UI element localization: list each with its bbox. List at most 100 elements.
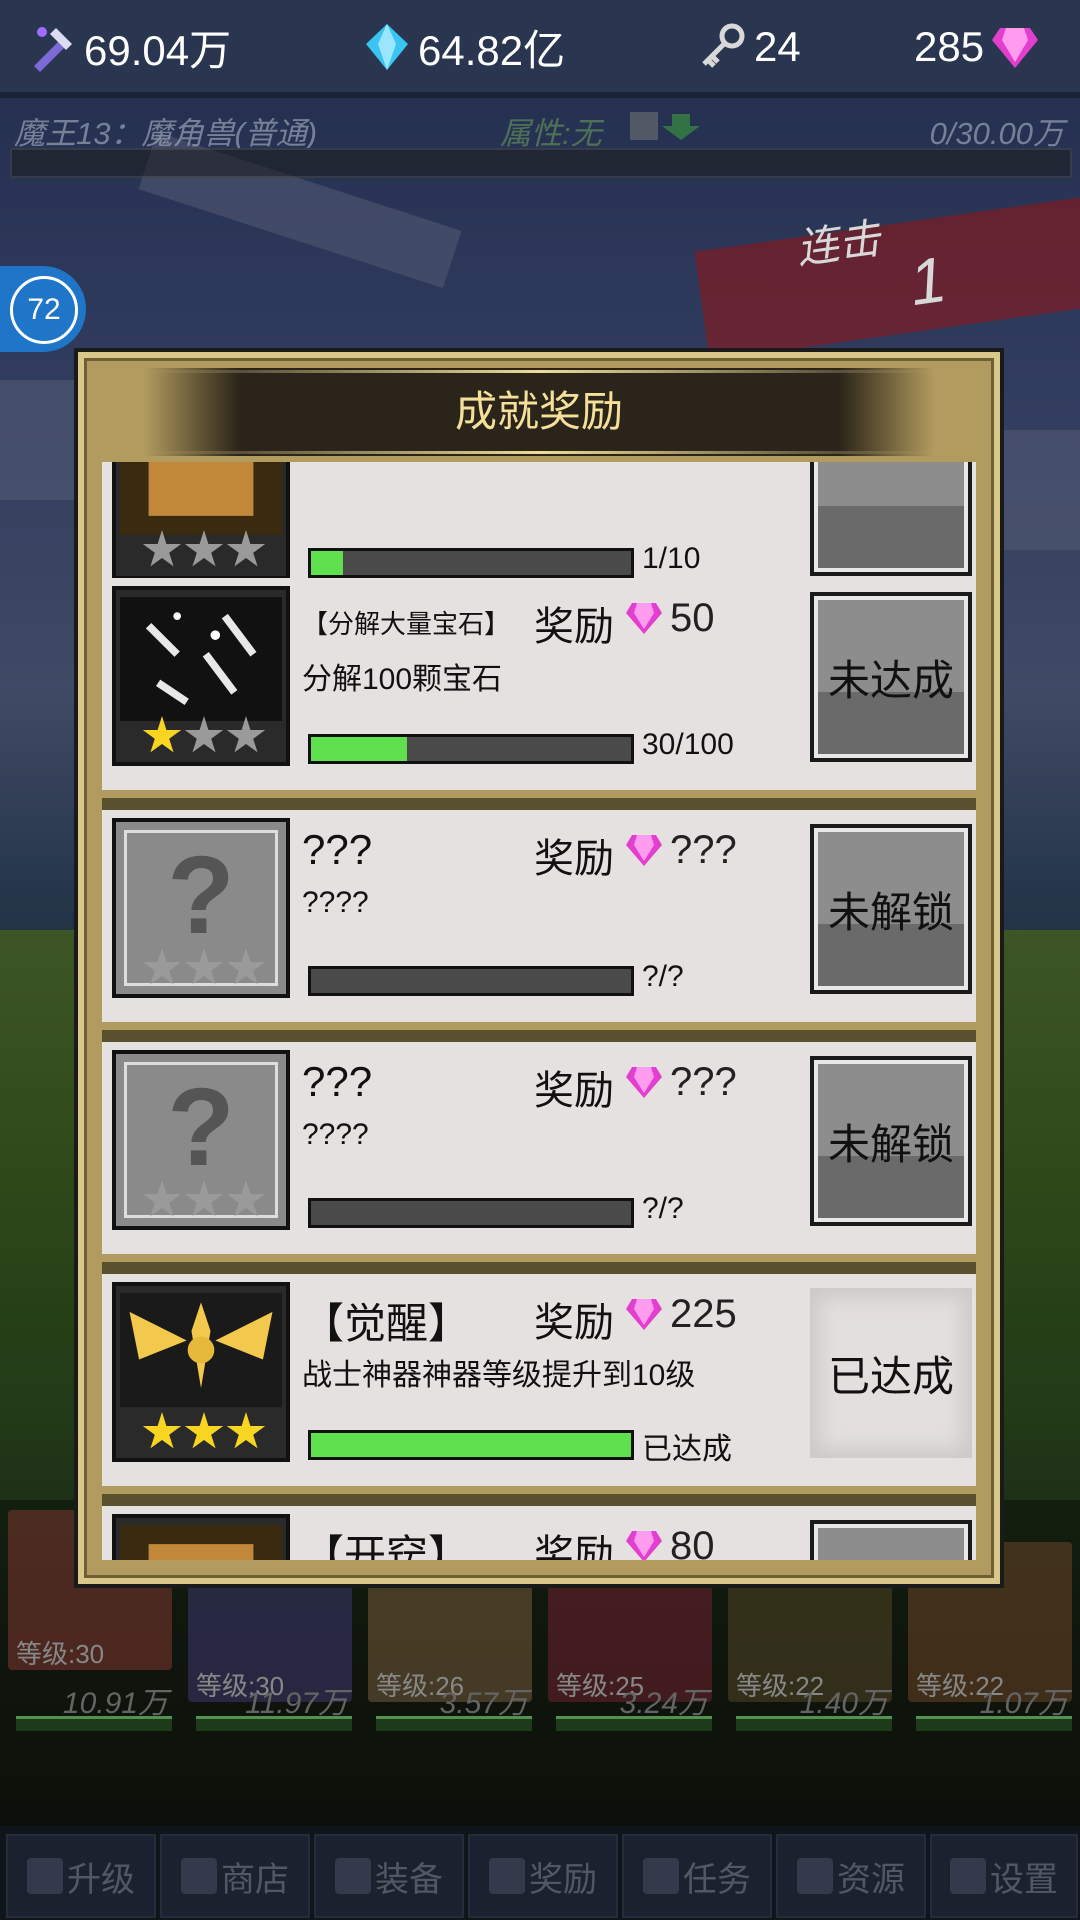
achievement-card: ???? 奖励??????? ?/? 未解锁 (102, 810, 976, 1044)
star-rating (142, 1180, 292, 1220)
achievement-list[interactable]: 1/10 【分解大量宝石】 奖励 50 分解100颗宝石 30/100 未达成???? 奖励?… (102, 462, 976, 1560)
reward-label: 奖励 (534, 1533, 614, 1560)
achievement-action-button[interactable]: 未解锁 (810, 1056, 972, 1226)
gem-resource: 285 (914, 18, 1040, 76)
boss-name: 魔王13：魔角兽(普通) (14, 116, 318, 151)
achievement-icon (120, 1525, 282, 1560)
achievement-card: 【开窍】 奖励 80 (102, 1506, 976, 1560)
gem-icon (624, 1296, 664, 1332)
star-icon (184, 1180, 224, 1217)
achievement-name: ??? (302, 826, 373, 873)
star-icon (184, 1412, 224, 1449)
crystal-value: 64.82亿 (418, 26, 566, 74)
star-icon (226, 530, 266, 567)
star-rating (142, 1412, 292, 1452)
menu-label: 升级 (67, 1860, 135, 1899)
crystal-icon (366, 24, 408, 70)
reward-label: 奖励 (534, 837, 614, 881)
achievement-icon (120, 462, 282, 535)
achievement-action-button[interactable] (810, 462, 972, 576)
reward-value: ??? (670, 828, 737, 872)
achievement-dialog: 成就奖励 1/10 【分解大量宝石】 奖励 50 分解100颗宝石 30/100 未达成??… (78, 352, 1000, 1584)
achievement-description: 分解100颗宝石 (302, 663, 503, 696)
reward-label: 奖励 (534, 605, 614, 649)
gem-value: 285 (914, 23, 985, 70)
progress-fill (311, 551, 343, 575)
achievement-description: 战士神器神器等级提升到10级 (302, 1359, 696, 1392)
action-label: 未达成 (827, 656, 954, 704)
action-label (814, 462, 968, 572)
progress-track (308, 548, 634, 578)
dialog-title: 成就奖励 (454, 388, 623, 435)
progress-text: 1/10 (642, 542, 701, 575)
player-level-badge[interactable]: 72 (0, 266, 86, 352)
trophy-icon (489, 1858, 525, 1894)
question-mark-icon: ? (167, 834, 235, 957)
progress-track (308, 734, 634, 764)
settings-icon (950, 1858, 986, 1894)
star-icon (226, 716, 266, 753)
action-label: 已达成 (827, 1352, 954, 1400)
menu-settings-button[interactable]: 设置 (930, 1834, 1078, 1918)
star-icon (142, 1412, 182, 1449)
sword-resource: 69.04万 (28, 18, 231, 76)
menu-rewards-button[interactable]: 奖励 (468, 1834, 618, 1918)
boss-hp: 0/30.00万 (929, 116, 1064, 151)
reward-label: 奖励 (534, 1301, 614, 1345)
boss-attribute: 属性:无 (500, 116, 602, 151)
action-label: 未解锁 (827, 888, 954, 936)
star-icon (184, 716, 224, 753)
achievement-action-button[interactable] (810, 1520, 972, 1560)
resource-bar: 69.04万 64.82亿 24 285 (0, 0, 1080, 98)
hero-progress-bar (556, 1716, 712, 1731)
menu-shop-button[interactable]: 商店 (160, 1834, 310, 1918)
achievement-name: 【开窍】 (302, 1532, 471, 1560)
sword-icon (34, 27, 72, 72)
achievement-icon-frame: ? (112, 1050, 290, 1230)
star-icon (226, 948, 266, 985)
achievement-action-button[interactable]: 未达成 (810, 592, 972, 762)
gem-shatter-icon (120, 597, 282, 721)
achievement-icon-frame (112, 1282, 290, 1462)
star-rating (142, 530, 292, 570)
star-icon (142, 716, 182, 753)
gem-icon (624, 832, 664, 868)
boss-hp-track (10, 148, 1072, 178)
star-icon (226, 1180, 266, 1217)
progress-text: ?/? (642, 960, 684, 993)
question-mark-icon: ? (167, 1066, 235, 1189)
progress-text: 已达成 (642, 1433, 732, 1466)
player-level: 72 (10, 276, 78, 344)
achievement-icon-frame (112, 586, 290, 766)
gem-icon (624, 1064, 664, 1100)
achievement-icon-frame: ? (112, 818, 290, 998)
bottom-menu: 升级 商店 装备 奖励 任务 资源 设置 (0, 1826, 1080, 1920)
achievement-description: ???? (302, 886, 369, 919)
reward-label: 奖励 (534, 1069, 614, 1113)
progress-fill (311, 1433, 631, 1457)
achievement-action-button[interactable]: 已达成 (810, 1288, 972, 1458)
upgrade-arrow-icon (27, 1858, 63, 1894)
crystal-resource: 64.82亿 (362, 18, 565, 76)
achievement-action-button[interactable]: 未解锁 (810, 824, 972, 994)
home-icon (797, 1858, 833, 1894)
awaken-emblem-icon (120, 1292, 282, 1408)
menu-label: 资源 (837, 1860, 905, 1899)
action-label (814, 1524, 968, 1560)
menu-equipment-button[interactable]: 装备 (314, 1834, 464, 1918)
boss-bar: 魔王13：魔角兽(普通) 属性:无 0/30.00万 (10, 104, 1072, 180)
reward-value: 225 (670, 1292, 737, 1336)
menu-upgrade-button[interactable]: 升级 (6, 1834, 156, 1918)
menu-resources-button[interactable]: 资源 (776, 1834, 926, 1918)
achievement-description: ???? (302, 1118, 369, 1151)
achievement-name: 【分解大量宝石】 (302, 609, 511, 639)
hero-level: 等级:30 (16, 1639, 105, 1669)
achievement-card: 【分解大量宝石】 奖励 50 分解100颗宝石 30/100 未达成 (102, 578, 976, 812)
gem-icon (624, 1528, 664, 1560)
action-label: 未解锁 (827, 1120, 954, 1168)
menu-label: 设置 (990, 1860, 1058, 1899)
progress-fill (311, 737, 407, 761)
achievement-name: ??? (302, 1058, 373, 1105)
reward-value: 50 (670, 596, 715, 640)
menu-tasks-button[interactable]: 任务 (622, 1834, 772, 1918)
